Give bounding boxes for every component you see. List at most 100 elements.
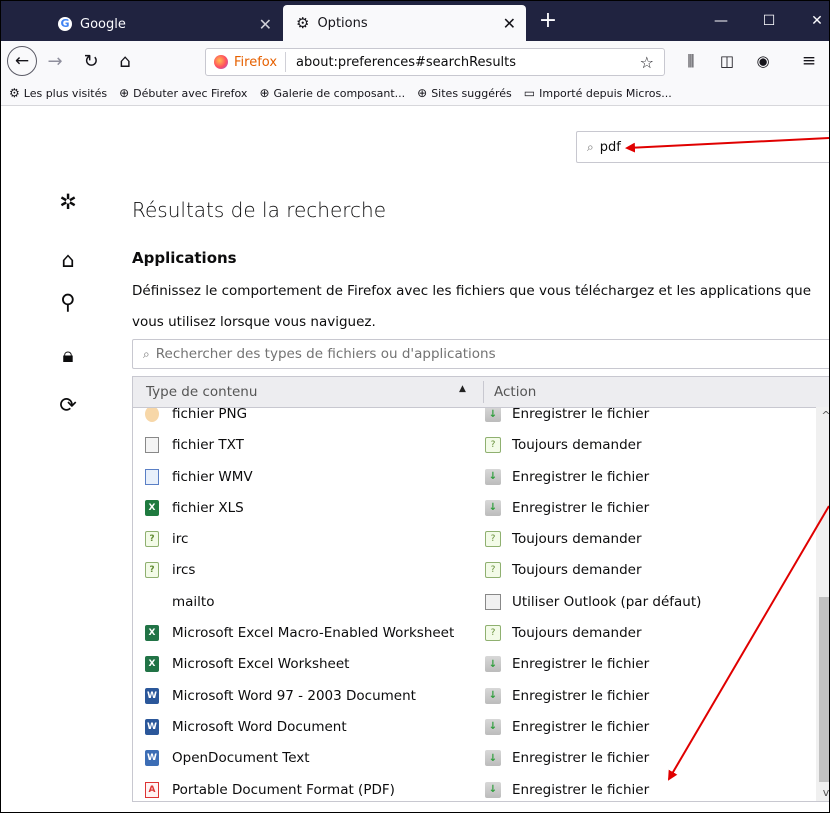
- table-row[interactable]: fichier WMV ↓ Enregistrer le fichier: [133, 462, 813, 493]
- maximize-button[interactable]: ☐: [749, 7, 789, 35]
- bookmark-star-icon[interactable]: ☆: [640, 53, 654, 72]
- bookmark-item[interactable]: ▭ Importé depuis Micros...: [524, 86, 672, 100]
- menu-icon[interactable]: ≡: [795, 47, 823, 75]
- close-tab-icon[interactable]: ✕: [259, 15, 272, 34]
- column-header-content-type[interactable]: Type de contenu: [146, 384, 257, 400]
- gear-icon: ⚙: [296, 14, 310, 32]
- action-cell[interactable]: ↓ Enregistrer le fichier: [485, 468, 649, 485]
- globe-icon: ⊕: [417, 86, 428, 100]
- action-ask-icon: ?: [485, 531, 501, 548]
- bookmark-item[interactable]: ⚙ Les plus visités: [9, 86, 107, 100]
- table-row[interactable]: Xfichier XLS ↓ Enregistrer le fichier: [133, 493, 813, 524]
- action-cell[interactable]: ↓ Enregistrer le fichier: [485, 406, 649, 422]
- action-save-icon: ↓: [485, 750, 501, 767]
- file-type-icon: A: [145, 781, 159, 798]
- table-row[interactable]: W Microsoft Word 97 - 2003 Document ↓ Enreg…: [133, 681, 813, 712]
- action-cell[interactable]: ↓ Enregistrer le fichier: [485, 718, 649, 735]
- action-app-icon: [485, 593, 501, 610]
- tab-options[interactable]: ⚙ Options ✕: [283, 5, 526, 41]
- home-icon[interactable]: ⌂: [57, 249, 79, 271]
- content-type-label: mailto: [172, 593, 215, 610]
- content-type-label: OpenDocument Text: [172, 750, 310, 767]
- bookmark-item[interactable]: ⊕ Sites suggérés: [417, 86, 512, 100]
- content-type-cell: ? ircs: [145, 562, 195, 579]
- filter-types-input[interactable]: ⌕ Rechercher des types de fichiers ou d'…: [132, 339, 829, 369]
- action-cell[interactable]: ? Toujours demander: [485, 437, 642, 454]
- action-cell[interactable]: ↓ Enregistrer le fichier: [485, 687, 649, 704]
- content-type-cell: W Microsoft Word Document: [145, 718, 347, 735]
- minimize-button[interactable]: —: [701, 7, 741, 35]
- action-cell[interactable]: ↓ Enregistrer le fichier: [485, 656, 650, 673]
- back-button[interactable]: ←: [7, 46, 37, 76]
- bookmark-label: Débuter avec Firefox: [133, 86, 248, 100]
- table-rows: fichier PNG ↓ Enregistrer le fichier fichie…: [133, 399, 813, 801]
- column-header-action[interactable]: Action: [494, 384, 536, 400]
- file-type-icon: W: [145, 750, 159, 767]
- file-type-icon: W: [145, 687, 159, 704]
- bookmark-label: Galerie de composant...: [273, 86, 406, 100]
- preferences-search-input[interactable]: ⌕ pdf: [576, 131, 829, 163]
- action-cell[interactable]: ↓ Enregistrer le fichier: [485, 499, 649, 516]
- table-row[interactable]: A Portable Document Format (PDF) ↓ Enregist…: [133, 775, 813, 801]
- action-cell[interactable]: ? Toujours demander: [485, 531, 642, 548]
- url-bar[interactable]: Firefox about:preferences#searchResults …: [205, 48, 665, 76]
- action-label: Enregistrer le fichier: [512, 406, 650, 422]
- scroll-down-icon[interactable]: v: [816, 786, 829, 799]
- sidebar-icon[interactable]: ◫: [713, 47, 741, 75]
- table-row[interactable]: X Microsoft Excel Macro-Enabled Worksheet…: [133, 618, 813, 649]
- new-tab-button[interactable]: +: [534, 7, 562, 37]
- content-type-label: Portable Document Format (PDF): [172, 781, 395, 798]
- reload-button[interactable]: ↻: [77, 47, 105, 75]
- content-type-label: fichier WMV: [172, 468, 253, 485]
- action-cell[interactable]: ↓ Enregistrer le fichier: [485, 750, 649, 767]
- home-button[interactable]: ⌂: [111, 47, 139, 75]
- bookmark-item[interactable]: ⊕ Galerie de composant...: [259, 86, 405, 100]
- column-divider[interactable]: [483, 381, 484, 403]
- content-type-label: irc: [172, 531, 189, 548]
- table-scrollbar[interactable]: ^ v: [816, 407, 829, 801]
- file-type-icon: [145, 468, 159, 485]
- tab-google[interactable]: G Google ✕: [44, 7, 282, 41]
- content-type-label: fichier XLS: [172, 499, 244, 516]
- action-cell[interactable]: ? Toujours demander: [485, 625, 642, 642]
- tab-strip: G Google ✕ ⚙ Options ✕ + — ☐ ✕: [1, 1, 829, 41]
- table-row[interactable]: W Microsoft Word Document ↓ Enregistrer le …: [133, 712, 813, 743]
- action-cell[interactable]: Utiliser Outlook (par défaut): [485, 593, 701, 610]
- file-type-icon: X: [145, 656, 159, 673]
- globe-icon: ⊕: [119, 86, 130, 100]
- file-type-icon: W: [145, 718, 159, 735]
- search-icon[interactable]: ⚲: [57, 291, 79, 313]
- table-row[interactable]: ? irc ? Toujours demander: [133, 524, 813, 555]
- identity-box[interactable]: Firefox: [206, 52, 287, 72]
- lock-icon[interactable]: 🔒︎: [57, 344, 79, 366]
- content-type-cell: fichier PNG: [145, 406, 247, 422]
- library-icon[interactable]: ⫼: [677, 47, 705, 75]
- content-type-cell: X Microsoft Excel Macro-Enabled Worksheet: [145, 625, 455, 642]
- action-save-icon: ↓: [485, 718, 501, 735]
- table-row[interactable]: ? ircs ? Toujours demander: [133, 555, 813, 586]
- general-gear-icon[interactable]: ✲: [57, 191, 79, 213]
- scroll-up-icon[interactable]: ^: [816, 409, 829, 422]
- action-cell[interactable]: ? Toujours demander: [485, 562, 642, 579]
- table-row[interactable]: W OpenDocument Text ↓ Enregistrer le fichie…: [133, 743, 813, 774]
- content-type-label: Microsoft Excel Macro-Enabled Worksheet: [172, 625, 455, 642]
- action-save-icon: ↓: [485, 656, 501, 673]
- content-type-cell: W Microsoft Word 97 - 2003 Document: [145, 687, 416, 704]
- file-type-icon: [145, 437, 159, 454]
- action-ask-icon: ?: [485, 437, 501, 454]
- content-type-label: fichier TXT: [172, 437, 244, 454]
- table-row[interactable]: X Microsoft Excel Worksheet ↓ Enregistrer l…: [133, 649, 813, 680]
- action-label: Toujours demander: [512, 531, 642, 548]
- forward-button[interactable]: →: [41, 47, 69, 75]
- close-tab-icon[interactable]: ✕: [503, 14, 516, 33]
- url-text[interactable]: about:preferences#searchResults: [286, 55, 640, 70]
- action-cell[interactable]: ↓ Enregistrer le fichier: [485, 781, 649, 798]
- close-window-button[interactable]: ✕: [797, 7, 829, 35]
- account-icon[interactable]: ◉: [749, 47, 777, 75]
- sync-icon[interactable]: ⟳: [57, 394, 79, 416]
- table-row[interactable]: mailto Utiliser Outlook (par défaut): [133, 587, 813, 618]
- scrollbar-thumb[interactable]: [819, 597, 829, 782]
- action-label: Enregistrer le fichier: [512, 656, 650, 673]
- bookmark-item[interactable]: ⊕ Débuter avec Firefox: [119, 86, 247, 100]
- table-row[interactable]: fichier TXT ? Toujours demander: [133, 430, 813, 461]
